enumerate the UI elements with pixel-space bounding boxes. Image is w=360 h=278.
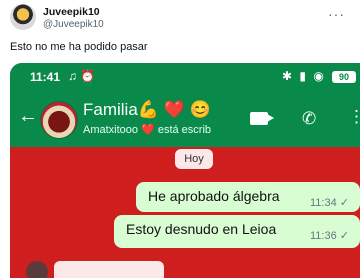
message-time: 11:34 ✓ (310, 197, 349, 209)
message-text: He aprobado álgebra (148, 188, 280, 204)
video-call-icon[interactable] (250, 112, 274, 125)
more-vert-icon[interactable]: ⋮ (348, 107, 360, 127)
incoming-message-partial (26, 259, 164, 278)
status-time: 11:41 (30, 70, 61, 84)
tweet-text: Esto no me ha podido pasar (10, 41, 148, 53)
battery-icon: 90 (332, 71, 356, 83)
message-text: Estoy desnudo en Leioa (126, 221, 277, 237)
phone-call-icon[interactable]: ✆ (302, 109, 316, 129)
phone-status-bar: 11:41 ♫ ⏰ ✱ ▮ ◉ 90 (10, 63, 360, 91)
typing-status: Amatxitooo ❤️ está escrib (83, 124, 212, 136)
user-avatar[interactable] (10, 4, 36, 30)
message-time: 11:36 ✓ (310, 230, 349, 242)
status-left-icons: ♫ ⏰ (68, 69, 96, 83)
outgoing-message[interactable]: He aprobado álgebra 11:34 ✓ (136, 182, 360, 212)
more-options-icon[interactable]: ··· (328, 6, 345, 22)
embedded-screenshot: 11:41 ♫ ⏰ ✱ ▮ ◉ 90 ← Familia💪 ❤️ 😊 Amatx… (10, 63, 360, 278)
date-chip: Hoy (175, 149, 213, 169)
display-name[interactable]: Juveepik10 (43, 6, 100, 18)
back-arrow-icon[interactable]: ← (18, 105, 38, 128)
chat-app-bar: ← Familia💪 ❤️ 😊 Amatxitooo ❤️ está escri… (10, 91, 360, 147)
user-handle[interactable]: @Juveepik10 (43, 19, 104, 30)
tweet-header: Juveepik10 @Juveepik10 ··· (0, 0, 360, 38)
group-name[interactable]: Familia💪 ❤️ 😊 (83, 100, 211, 120)
outgoing-message[interactable]: Estoy desnudo en Leioa 11:36 ✓ (114, 215, 360, 248)
status-right-icons: ✱ ▮ ◉ (282, 69, 326, 83)
group-avatar[interactable] (40, 101, 78, 139)
